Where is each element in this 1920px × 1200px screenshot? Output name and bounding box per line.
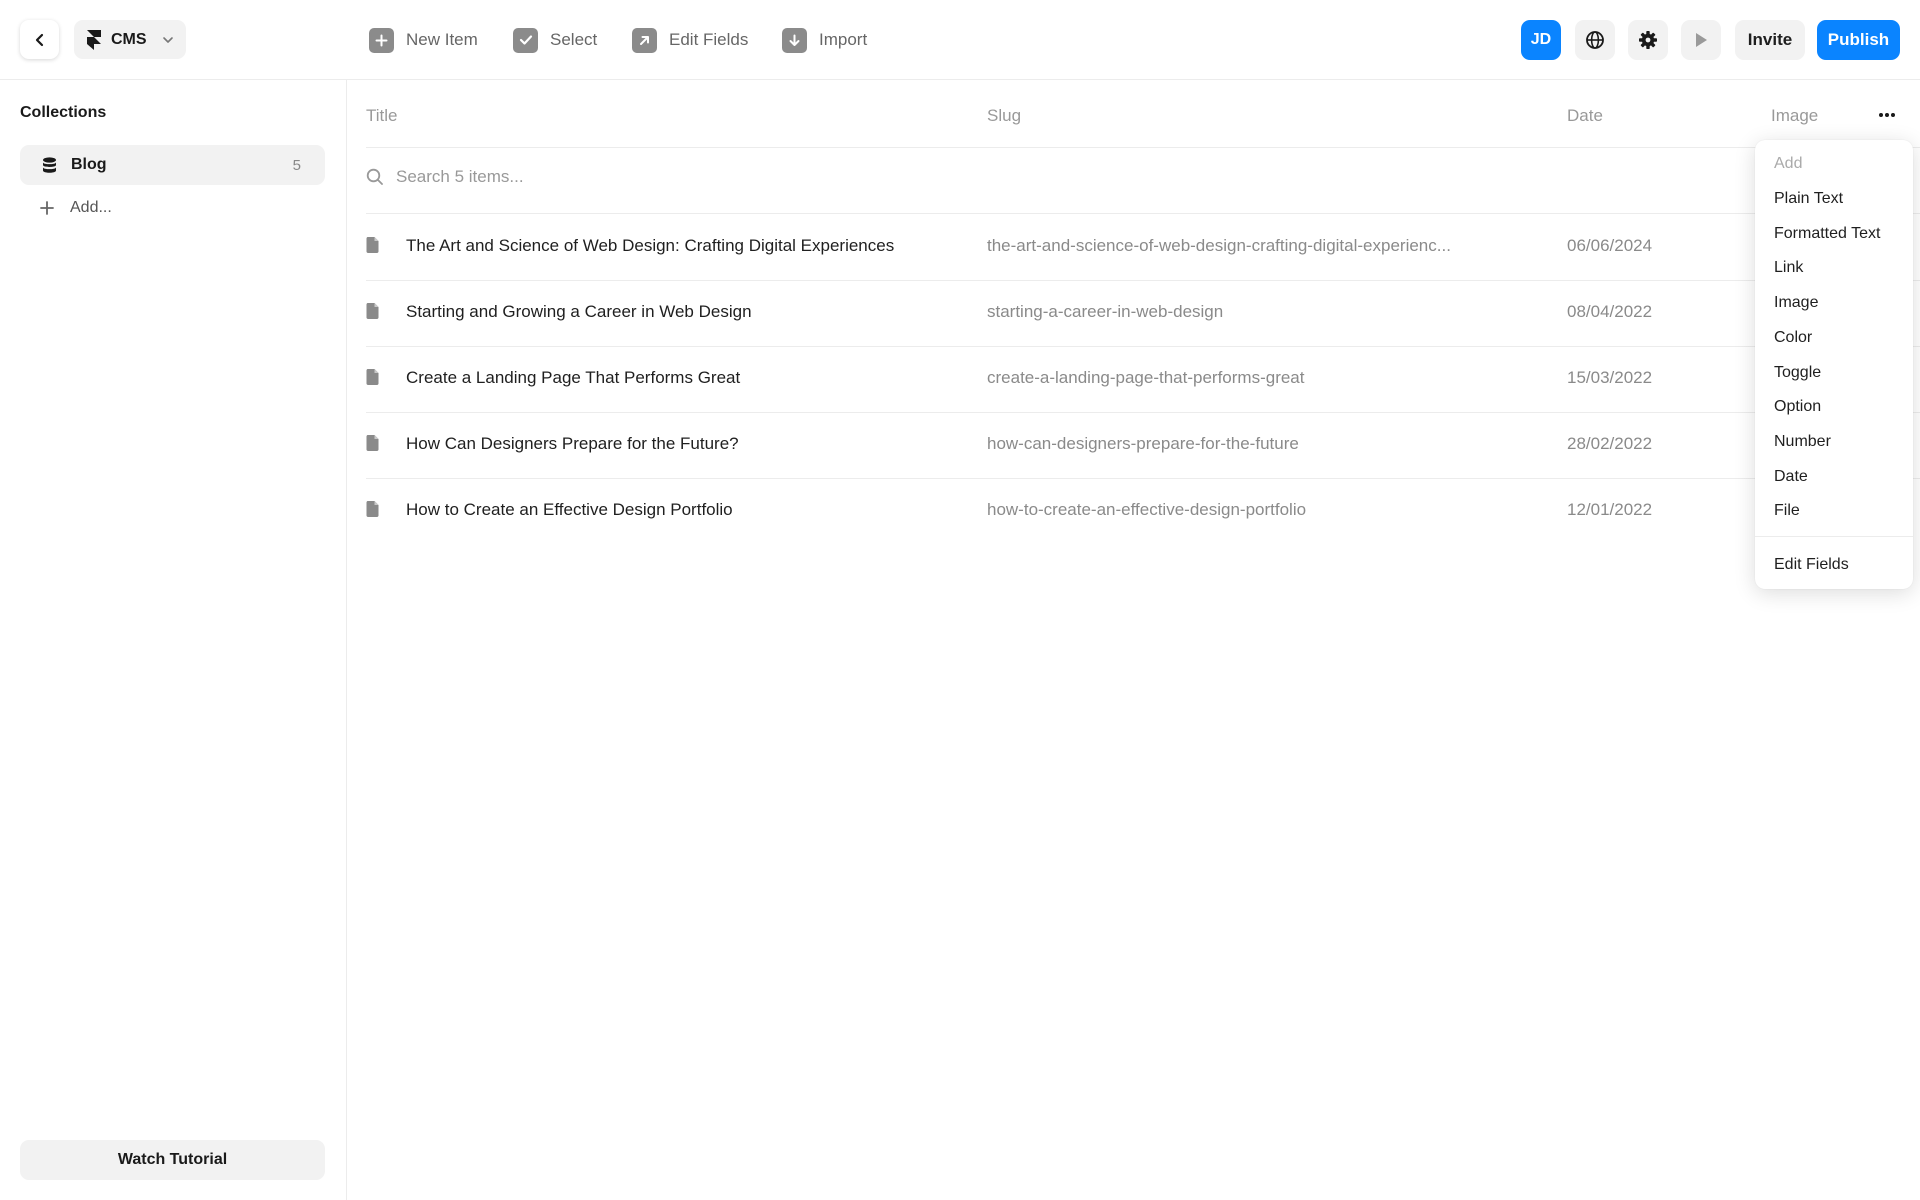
import-button[interactable]: Import (782, 27, 867, 53)
menu-divider (1755, 536, 1913, 537)
row-slug: how-can-designers-prepare-for-the-future (987, 434, 1299, 453)
select-button[interactable]: Select (513, 27, 597, 53)
check-icon (513, 27, 538, 53)
edit-fields-label: Edit Fields (669, 30, 749, 49)
table-row[interactable]: Starting and Growing a Career in Web Des… (347, 280, 1920, 346)
row-slug: starting-a-career-in-web-design (987, 302, 1224, 321)
more-horizontal-icon (1879, 113, 1895, 117)
collection-count: 5 (292, 156, 301, 174)
row-date: 12/01/2022 (1567, 500, 1653, 519)
menu-item-formatted-text[interactable]: Formatted Text (1755, 217, 1913, 251)
arrow-down-icon (782, 27, 807, 53)
menu-item-edit-fields[interactable]: Edit Fields (1755, 548, 1913, 582)
row-date: 06/06/2024 (1567, 236, 1653, 255)
globe-icon (1586, 31, 1604, 49)
document-icon (366, 303, 379, 324)
cms-switcher[interactable]: CMS (74, 20, 186, 59)
column-header-slug[interactable]: Slug (987, 106, 1021, 126)
new-item-label: New Item (406, 30, 478, 49)
play-icon (1696, 33, 1707, 47)
edit-fields-button[interactable]: Edit Fields (632, 27, 748, 53)
search-bar (366, 162, 1696, 192)
document-icon (366, 501, 379, 522)
menu-item-toggle[interactable]: Toggle (1755, 356, 1913, 390)
preview-button[interactable] (1681, 20, 1721, 60)
arrow-up-right-icon (632, 27, 657, 53)
row-slug: how-to-create-an-effective-design-portfo… (987, 500, 1307, 519)
back-button[interactable] (20, 20, 59, 59)
document-icon (366, 435, 379, 456)
row-title: How Can Designers Prepare for the Future… (406, 434, 739, 453)
table-row[interactable]: How to Create an Effective Design Portfo… (347, 478, 1920, 544)
publish-button[interactable]: Publish (1817, 20, 1900, 60)
row-slug: create-a-landing-page-that-performs-grea… (987, 368, 1305, 387)
table-row[interactable]: How Can Designers Prepare for the Future… (347, 412, 1920, 478)
header-divider (366, 147, 1920, 148)
top-bar: CMS New Item Select Edit Fields Import J… (0, 0, 1920, 80)
document-icon (366, 237, 379, 258)
sidebar-item-blog[interactable]: Blog 5 (20, 145, 325, 185)
globe-button[interactable] (1575, 20, 1615, 60)
column-header-title[interactable]: Title (366, 106, 398, 126)
search-input[interactable] (396, 167, 996, 187)
menu-item-option[interactable]: Option (1755, 390, 1913, 424)
watch-tutorial-button[interactable]: Watch Tutorial (20, 1140, 325, 1180)
row-date: 08/04/2022 (1567, 302, 1653, 321)
menu-item-plain-text[interactable]: Plain Text (1755, 182, 1913, 216)
framer-logo-icon (87, 29, 101, 50)
menu-item-color[interactable]: Color (1755, 321, 1913, 355)
table-row[interactable]: The Art and Science of Web Design: Craft… (347, 214, 1920, 280)
column-header-date[interactable]: Date (1567, 106, 1603, 126)
menu-item-number[interactable]: Number (1755, 425, 1913, 459)
table-row[interactable]: Create a Landing Page That Performs Grea… (347, 346, 1920, 412)
import-label: Import (819, 30, 868, 49)
search-icon (366, 168, 383, 185)
add-field-menu: Add Plain Text Formatted Text Link Image Col… (1755, 140, 1913, 589)
chevron-left-icon (35, 33, 43, 46)
row-date: 28/02/2022 (1567, 434, 1653, 453)
row-title: Starting and Growing a Career in Web Des… (406, 302, 752, 321)
plus-icon (40, 201, 54, 215)
row-slug: the-art-and-science-of-web-design-crafti… (987, 236, 1451, 255)
row-date: 15/03/2022 (1567, 368, 1653, 387)
column-options-button[interactable] (1872, 100, 1902, 130)
new-item-button[interactable]: New Item (369, 27, 478, 53)
collection-name: Blog (71, 156, 107, 173)
column-header-image[interactable]: Image (1771, 106, 1818, 126)
row-title: How to Create an Effective Design Portfo… (406, 500, 733, 519)
menu-item-file[interactable]: File (1755, 494, 1913, 528)
cms-switcher-label: CMS (111, 30, 147, 48)
user-avatar[interactable]: JD (1521, 20, 1561, 60)
invite-button[interactable]: Invite (1735, 20, 1805, 60)
menu-item-image[interactable]: Image (1755, 286, 1913, 320)
menu-item-date[interactable]: Date (1755, 460, 1913, 494)
plus-icon (369, 27, 394, 53)
database-icon (43, 156, 56, 173)
add-collection-label: Add... (70, 199, 112, 216)
menu-heading: Add (1774, 155, 1803, 172)
select-label: Select (550, 30, 598, 49)
document-icon (366, 369, 379, 390)
settings-button[interactable] (1628, 20, 1668, 60)
gear-icon (1639, 31, 1657, 49)
items-table: Title Slug Date Image The Art and Scienc… (347, 80, 1920, 1200)
row-title: The Art and Science of Web Design: Craft… (406, 236, 895, 255)
chevron-down-icon (162, 34, 174, 46)
sidebar-title: Collections (20, 104, 107, 121)
row-title: Create a Landing Page That Performs Grea… (406, 368, 741, 387)
collections-sidebar: Collections Blog 5 Add... Watch Tutorial (0, 80, 347, 1200)
add-collection-button[interactable]: Add... (40, 193, 112, 223)
menu-item-link[interactable]: Link (1755, 251, 1913, 285)
